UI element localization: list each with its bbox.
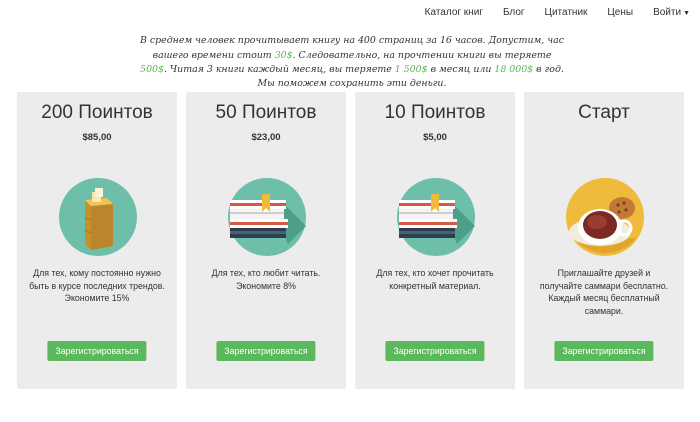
books-icon xyxy=(228,178,306,256)
plan-card-start: Старт Приглашайте друзей и получайте сам… xyxy=(524,92,684,389)
plan-title: 50 Поинтов xyxy=(215,102,317,123)
register-button[interactable]: Зарегистрироваться xyxy=(554,341,654,361)
plan-title: 200 Поинтов xyxy=(41,102,153,123)
intro-value-month: 1 500$ xyxy=(394,63,428,75)
plan-card-50: 50 Поинтов $23,00 Для тех, кто любит чит… xyxy=(186,92,346,389)
plan-price: $23,00 xyxy=(251,132,281,143)
plan-card-200: 200 Поинтов $85,00 Для тех, кому постоян… xyxy=(17,92,177,389)
register-button[interactable]: Зарегистрироваться xyxy=(47,341,147,361)
nav-login-dropdown[interactable]: Войти ▼ xyxy=(643,7,700,18)
nav-catalog-link[interactable]: Каталог книг xyxy=(415,7,493,18)
plan-title: Старт xyxy=(578,102,630,123)
nav-login-label: Войти xyxy=(653,6,682,18)
intro-value-year: 18 000$ xyxy=(494,63,534,75)
top-navigation: Каталог книг Блог Цитатник Цены Войти ▼ xyxy=(415,0,700,24)
intro-value-hour: 30$ xyxy=(274,49,293,61)
plan-title: 10 Поинтов xyxy=(384,102,486,123)
plan-description: Приглашайте друзей и получайте саммари б… xyxy=(539,268,669,316)
nav-prices-link[interactable]: Цены xyxy=(597,7,643,18)
nav-quotes-link[interactable]: Цитатник xyxy=(535,7,598,18)
plan-card-10: 10 Поинтов $5,00 Для тех, кто хочет проч… xyxy=(355,92,515,389)
nav-blog-link[interactable]: Блог xyxy=(493,7,535,18)
plan-price: $85,00 xyxy=(82,132,112,143)
plan-description: Для тех, кому постоянно нужно быть в кур… xyxy=(29,268,165,304)
intro-value-book: 500$ xyxy=(140,63,164,75)
register-button[interactable]: Зарегистрироваться xyxy=(216,341,316,361)
books-icon xyxy=(397,178,475,256)
plan-description: Для тех, кто любит читать. Экономите 8% xyxy=(211,268,321,291)
intro-part: . Читая 3 книги каждый месяц, вы теряете xyxy=(163,63,395,75)
register-button[interactable]: Зарегистрироваться xyxy=(385,341,485,361)
coffee-icon xyxy=(566,178,644,256)
caret-down-icon: ▼ xyxy=(683,9,690,17)
box-icon xyxy=(59,178,137,256)
plan-description: Для тех, кто хочет прочитать конкретный … xyxy=(376,268,494,291)
intro-part: в месяц или xyxy=(427,63,495,75)
intro-text: В среднем человек прочитывает книгу на 4… xyxy=(140,34,564,91)
plan-price: $5,00 xyxy=(423,132,447,143)
intro-part: . Следовательно, на прочтении книги вы т… xyxy=(292,49,552,61)
